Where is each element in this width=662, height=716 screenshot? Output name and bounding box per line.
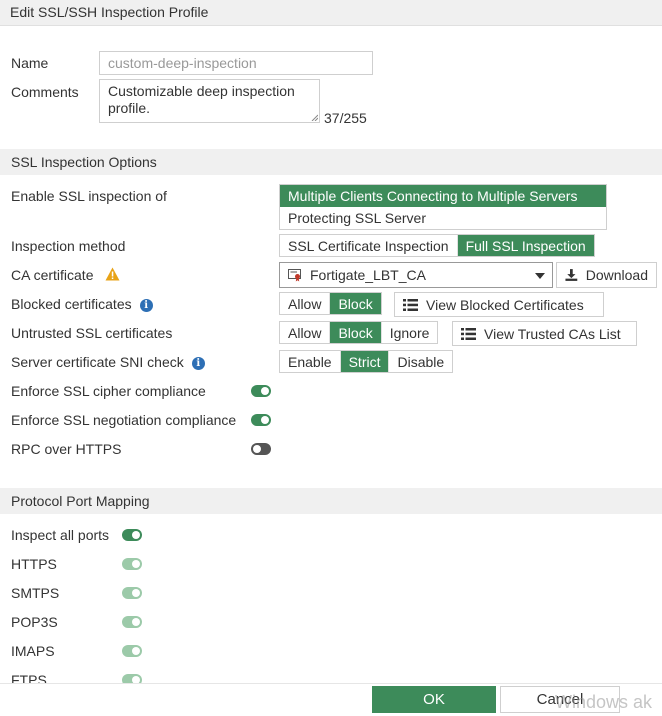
view-trusted-cas-button[interactable]: View Trusted CAs List — [452, 321, 637, 346]
inspection-method-toggle: SSL Certificate Inspection Full SSL Insp… — [279, 234, 595, 257]
download-label: Download — [585, 267, 648, 283]
dialog-title: Edit SSL/SSH Inspection Profile — [0, 0, 662, 26]
list-icon — [403, 298, 418, 311]
ca-certificate-label-text: CA certificate — [11, 267, 94, 283]
ca-certificate-label: CA certificate — [11, 267, 120, 283]
untrusted-certs-label: Untrusted SSL certificates — [11, 325, 173, 341]
rpc-https-label: RPC over HTTPS — [11, 441, 122, 457]
comments-textarea[interactable]: Customizable deep inspection profile. — [99, 79, 320, 123]
enable-ssl-label: Enable SSL inspection of — [11, 188, 167, 204]
name-label: Name — [11, 55, 49, 71]
resize-grip-icon[interactable] — [311, 114, 318, 121]
inspect-all-ports-toggle[interactable] — [122, 529, 142, 541]
option-enable[interactable]: Enable — [280, 351, 341, 372]
imaps-toggle — [122, 645, 142, 657]
blocked-certs-label-text: Blocked certificates — [11, 296, 132, 312]
watermark-text: Windows ak — [555, 692, 653, 712]
pop3s-toggle — [122, 616, 142, 628]
rpc-https-toggle[interactable] — [251, 443, 271, 455]
untrusted-certs-toggle: Allow Block Ignore — [279, 321, 439, 344]
https-label: HTTPS — [11, 556, 57, 572]
download-icon — [565, 269, 578, 281]
inspect-all-ports-label: Inspect all ports — [11, 527, 110, 543]
option-strict[interactable]: Strict — [340, 351, 390, 372]
info-icon[interactable]: i — [139, 299, 153, 312]
inspection-method-label: Inspection method — [11, 238, 126, 254]
option-block[interactable]: Block — [330, 293, 381, 314]
negotiation-compliance-label: Enforce SSL negotiation compliance — [11, 412, 237, 428]
certificate-icon — [288, 269, 301, 282]
negotiation-compliance-toggle[interactable] — [251, 414, 271, 426]
info-icon[interactable]: i — [191, 357, 205, 370]
list-icon — [461, 327, 476, 340]
download-button[interactable]: Download — [556, 262, 657, 288]
protocol-port-mapping-header: Protocol Port Mapping — [0, 488, 662, 514]
cipher-compliance-label: Enforce SSL cipher compliance — [11, 383, 206, 399]
option-ignore[interactable]: Ignore — [382, 322, 438, 343]
name-input[interactable]: custom-deep-inspection — [99, 51, 373, 75]
warning-triangle-icon — [105, 267, 120, 281]
comment-char-counter: 37/255 — [324, 110, 367, 126]
comments-text: Customizable deep inspection profile. — [108, 83, 295, 116]
option-block[interactable]: Block — [330, 322, 382, 343]
enable-ssl-options: Multiple Clients Connecting to Multiple … — [279, 184, 607, 230]
sni-check-label-text: Server certificate SNI check — [11, 354, 184, 370]
smtps-toggle — [122, 587, 142, 599]
option-allow[interactable]: Allow — [280, 293, 331, 314]
sni-check-toggle: Enable Strict Disable — [279, 350, 454, 373]
cipher-compliance-toggle[interactable] — [251, 385, 271, 397]
pop3s-label: POP3S — [11, 614, 58, 630]
sni-check-label: Server certificate SNI check i — [11, 354, 205, 370]
view-blocked-certificates-label: View Blocked Certificates — [426, 296, 584, 313]
ssl-inspection-section-header: SSL Inspection Options — [0, 149, 662, 175]
https-toggle — [122, 558, 142, 570]
chevron-down-icon — [535, 273, 545, 279]
option-allow[interactable]: Allow — [280, 322, 331, 343]
option-multiple-clients[interactable]: Multiple Clients Connecting to Multiple … — [280, 185, 606, 207]
option-full-ssl-inspection[interactable]: Full SSL Inspection — [457, 235, 594, 256]
view-trusted-cas-label: View Trusted CAs List — [484, 325, 621, 342]
imaps-label: IMAPS — [11, 643, 55, 659]
option-disable[interactable]: Disable — [389, 351, 452, 372]
ca-certificate-value: Fortigate_LBT_CA — [310, 267, 426, 283]
comments-label: Comments — [11, 84, 79, 100]
option-protecting-ssl-server[interactable]: Protecting SSL Server — [280, 207, 606, 229]
blocked-certs-label: Blocked certificates i — [11, 296, 153, 312]
ca-certificate-select[interactable]: Fortigate_LBT_CA — [279, 262, 553, 288]
blocked-certs-toggle: Allow Block — [279, 292, 382, 315]
view-blocked-certificates-button[interactable]: View Blocked Certificates — [394, 292, 604, 317]
ok-button[interactable]: OK — [372, 686, 496, 713]
smtps-label: SMTPS — [11, 585, 60, 601]
option-ssl-certificate-inspection[interactable]: SSL Certificate Inspection — [280, 235, 458, 256]
